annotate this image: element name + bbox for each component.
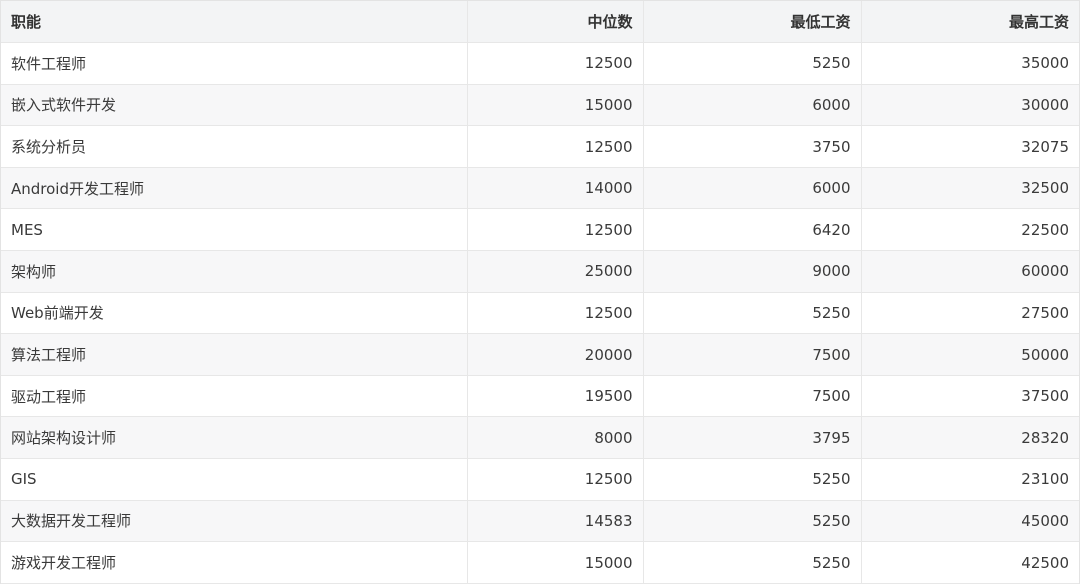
table-row: 嵌入式软件开发 15000 6000 30000: [1, 84, 1079, 127]
table-row: 软件工程师 12500 5250 35000: [1, 42, 1079, 85]
cell-role: 架构师: [1, 250, 468, 293]
cell-max-salary: 28320: [861, 416, 1079, 460]
table-row: 网站架构设计师 8000 3795 28320: [1, 416, 1079, 460]
cell-median: 15000: [467, 84, 644, 127]
cell-min-salary: 5250: [643, 500, 862, 543]
cell-max-salary: 30000: [861, 84, 1079, 127]
cell-median: 25000: [467, 250, 644, 293]
cell-max-salary: 27500: [861, 292, 1079, 335]
table-row: 驱动工程师 19500 7500 37500: [1, 375, 1079, 418]
cell-role: 软件工程师: [1, 42, 468, 85]
cell-max-salary: 50000: [861, 333, 1079, 376]
table-row: 架构师 25000 9000 60000: [1, 250, 1079, 293]
cell-min-salary: 5250: [643, 42, 862, 85]
cell-min-salary: 6420: [643, 208, 862, 252]
cell-role: MES: [1, 208, 468, 252]
cell-median: 12500: [467, 125, 644, 168]
table-row: MES 12500 6420 22500: [1, 208, 1079, 252]
cell-role: 大数据开发工程师: [1, 500, 468, 543]
cell-min-salary: 3750: [643, 125, 862, 168]
cell-role: 游戏开发工程师: [1, 541, 468, 584]
cell-median: 14583: [467, 500, 644, 543]
cell-role: 系统分析员: [1, 125, 468, 168]
table-row: 系统分析员 12500 3750 32075: [1, 125, 1079, 168]
salary-table-container: 职能 中位数 最低工资 最高工资 软件工程师 12500 5250 35000 …: [0, 0, 1080, 584]
cell-min-salary: 5250: [643, 292, 862, 335]
table-row: 大数据开发工程师 14583 5250 45000: [1, 500, 1079, 543]
cell-min-salary: 5250: [643, 541, 862, 584]
table-row: 算法工程师 20000 7500 50000: [1, 333, 1079, 376]
cell-role: Web前端开发: [1, 292, 468, 335]
cell-max-salary: 32075: [861, 125, 1079, 168]
cell-max-salary: 37500: [861, 375, 1079, 418]
column-header-median: 中位数: [467, 1, 644, 44]
cell-median: 12500: [467, 208, 644, 252]
table-row: Android开发工程师 14000 6000 32500: [1, 167, 1079, 210]
cell-median: 8000: [467, 416, 644, 460]
cell-role: 驱动工程师: [1, 375, 468, 418]
cell-min-salary: 9000: [643, 250, 862, 293]
cell-median: 20000: [467, 333, 644, 376]
column-header-max-salary: 最高工资: [861, 1, 1079, 44]
cell-median: 12500: [467, 458, 644, 501]
cell-max-salary: 45000: [861, 500, 1079, 543]
cell-role: GIS: [1, 458, 468, 501]
column-header-min-salary: 最低工资: [643, 1, 862, 44]
cell-median: 12500: [467, 292, 644, 335]
cell-max-salary: 60000: [861, 250, 1079, 293]
cell-role: Android开发工程师: [1, 167, 468, 210]
cell-min-salary: 5250: [643, 458, 862, 501]
table-body: 软件工程师 12500 5250 35000 嵌入式软件开发 15000 600…: [1, 42, 1079, 584]
cell-max-salary: 42500: [861, 541, 1079, 584]
header-row: 职能 中位数 最低工资 最高工资: [1, 1, 1079, 44]
cell-max-salary: 22500: [861, 208, 1079, 252]
cell-min-salary: 7500: [643, 333, 862, 376]
cell-min-salary: 7500: [643, 375, 862, 418]
cell-max-salary: 32500: [861, 167, 1079, 210]
salary-table: 职能 中位数 最低工资 最高工资 软件工程师 12500 5250 35000 …: [1, 1, 1079, 584]
cell-median: 19500: [467, 375, 644, 418]
cell-role: 嵌入式软件开发: [1, 84, 468, 127]
table-row: Web前端开发 12500 5250 27500: [1, 292, 1079, 335]
cell-role: 网站架构设计师: [1, 416, 468, 460]
cell-max-salary: 35000: [861, 42, 1079, 85]
cell-role: 算法工程师: [1, 333, 468, 376]
cell-median: 14000: [467, 167, 644, 210]
cell-median: 15000: [467, 541, 644, 584]
cell-median: 12500: [467, 42, 644, 85]
cell-min-salary: 3795: [643, 416, 862, 460]
cell-max-salary: 23100: [861, 458, 1079, 501]
cell-min-salary: 6000: [643, 167, 862, 210]
cell-min-salary: 6000: [643, 84, 862, 127]
column-header-role: 职能: [1, 1, 468, 44]
table-header: 职能 中位数 最低工资 最高工资: [1, 1, 1079, 44]
table-row: 游戏开发工程师 15000 5250 42500: [1, 541, 1079, 584]
table-row: GIS 12500 5250 23100: [1, 458, 1079, 501]
